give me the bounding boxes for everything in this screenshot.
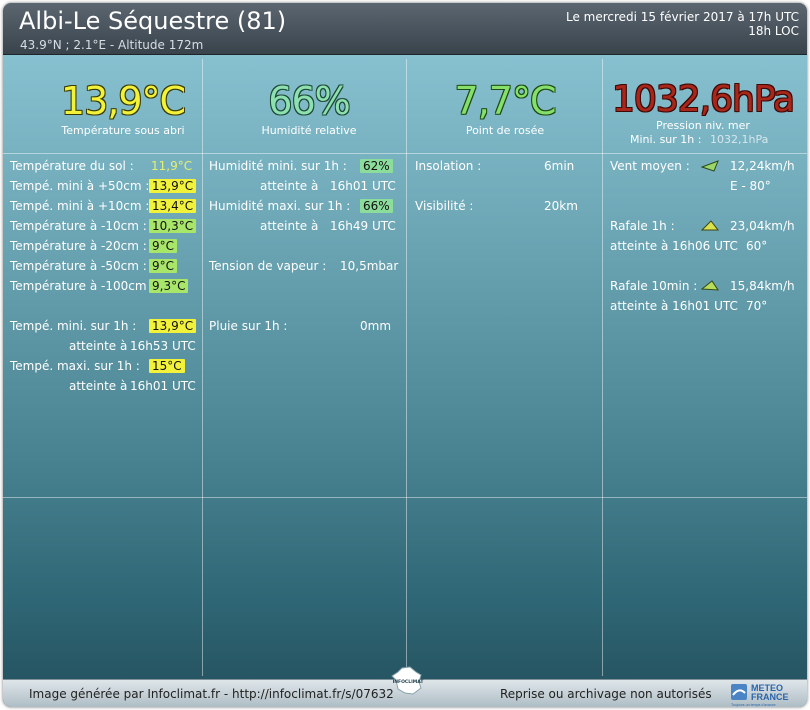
header-bar: Albi-Le Séquestre (81) 43.9°N ; 2.1°E - … — [3, 3, 807, 55]
wind-mean-speed: 12,24km/h — [730, 159, 795, 173]
visibility-value: 20km — [544, 199, 578, 213]
wind-mean-direction: E - 80° — [730, 179, 771, 193]
mf-logo-tagline: Toujours un temps d'avance — [731, 703, 776, 707]
hum-min1h-time: 16h01 UTC — [330, 179, 396, 193]
soil-temp-label: Température du sol : — [10, 159, 134, 173]
visibility-label: Visibilité : — [415, 199, 474, 213]
temp-minus100-label: Température à -100cm : — [10, 279, 155, 293]
gust-10min-arrow-icon — [701, 280, 719, 291]
min50-label: Tempé. mini à +50cm : — [10, 179, 150, 193]
insolation-value: 6min — [544, 159, 575, 173]
dewpoint-value: 7,7°C — [454, 79, 557, 123]
rain-1h-label: Pluie sur 1h : — [209, 319, 288, 333]
min10-value: 13,4°C — [149, 199, 197, 213]
hum-max1h-value: 66% — [360, 199, 393, 213]
pressure-label: Pression niv. mer — [656, 119, 750, 132]
observation-local-time: 18h LOC — [748, 24, 799, 38]
vapor-pressure-value: 10,5mbar — [340, 259, 399, 273]
row-divider — [3, 497, 807, 498]
hum-min1h-reached-label: atteinte à — [260, 179, 319, 193]
rain-1h-value: 0mm — [360, 319, 392, 333]
footer-rights: Reprise ou archivage non autorisés — [500, 687, 712, 701]
temp-minus100-value: 9,3°C — [149, 279, 189, 293]
temp-minus20-label: Température à -20cm : — [10, 239, 147, 253]
gust-10min-label: Rafale 10min : — [610, 279, 698, 293]
temp-max1h-time: 16h01 UTC — [130, 379, 196, 393]
temp-minus50-label: Température à -50cm : — [10, 259, 147, 273]
temp-minus10-value: 10,3°C — [149, 219, 197, 233]
gust-1h-label: Rafale 1h : — [610, 219, 675, 233]
hum-max1h-reached-label: atteinte à — [260, 219, 319, 233]
meteo-france-logo-icon: METEO FRANCE Toujours un temps d'avance — [731, 683, 789, 707]
column-divider — [406, 59, 407, 676]
insolation-label: Insolation : — [415, 159, 482, 173]
hum-max1h-label: Humidité maxi. sur 1h : — [209, 199, 351, 213]
temp-min1h-value: 13,9°C — [149, 319, 197, 333]
row-divider — [3, 153, 807, 154]
observation-date: Le mercredi 15 février 2017 à 17h UTC — [565, 10, 799, 24]
soil-temp-value: 11,9°C — [151, 159, 193, 173]
dewpoint-label: Point de rosée — [465, 124, 545, 137]
weather-panel: Albi-Le Séquestre (81) 43.9°N ; 2.1°E - … — [3, 3, 807, 707]
hum-max1h-time: 16h49 UTC — [330, 219, 396, 233]
temp-minus50-value: 9°C — [149, 259, 178, 273]
temp-min1h-time: 16h53 UTC — [130, 339, 196, 353]
temp-minus10-label: Température à -10cm : — [10, 219, 147, 233]
temp-minus20-value: 9°C — [149, 239, 178, 253]
footer-credit: Image générée par Infoclimat.fr - http:/… — [29, 687, 394, 701]
humidity-label: Humidité relative — [261, 124, 357, 137]
pressure-value: 1032,6hPa — [612, 79, 795, 120]
station-coords: 43.9°N ; 2.1°E - Altitude 172m — [20, 38, 204, 52]
temperature-label: Température sous abri — [61, 124, 185, 137]
temp-max1h-label: Tempé. maxi. sur 1h : — [10, 359, 140, 373]
temp-max1h-value: 15°C — [149, 359, 185, 373]
column-divider — [202, 59, 203, 676]
station-name: Albi-Le Séquestre (81) — [19, 7, 287, 35]
hum-min1h-value: 62% — [360, 159, 393, 173]
mf-logo-line2: FRANCE — [751, 692, 789, 702]
pressure-min-value: 1032,1hPa — [710, 133, 769, 146]
gust-direction-arrow-icon — [701, 220, 719, 231]
pressure-min-label: Mini. sur 1h : — [630, 133, 702, 146]
wind-mean-label: Vent moyen : — [610, 159, 690, 173]
footer-bar: INFOCLIMAT Image générée par Infoclimat.… — [3, 666, 807, 707]
wind-direction-arrow-icon — [701, 160, 719, 172]
column-divider — [602, 59, 603, 676]
france-map-logo-icon: INFOCLIMAT — [391, 666, 425, 695]
gust-1h-speed: 23,04km/h — [730, 219, 795, 233]
france-logo-text: INFOCLIMAT — [393, 679, 425, 685]
gust-10min-direction: 70° — [746, 299, 768, 313]
gust-10min-speed: 15,84km/h — [730, 279, 795, 293]
vapor-pressure-label: Tension de vapeur : — [209, 259, 327, 273]
gust-1h-direction: 60° — [746, 239, 768, 253]
min50-value: 13,9°C — [149, 179, 197, 193]
temperature-value: 13,9°C — [60, 79, 186, 123]
gust-1h-reached: atteinte à 16h06 UTC — [610, 239, 738, 253]
temp-max1h-reached-label: atteinte à — [69, 379, 128, 393]
gust-10min-reached: atteinte à 16h01 UTC — [610, 299, 738, 313]
temp-min1h-reached-label: atteinte à — [69, 339, 128, 353]
hum-min1h-label: Humidité mini. sur 1h : — [209, 159, 347, 173]
temp-min1h-label: Tempé. mini. sur 1h : — [10, 319, 137, 333]
min10-label: Tempé. mini à +10cm : — [10, 199, 150, 213]
humidity-value: 66% — [268, 79, 350, 123]
